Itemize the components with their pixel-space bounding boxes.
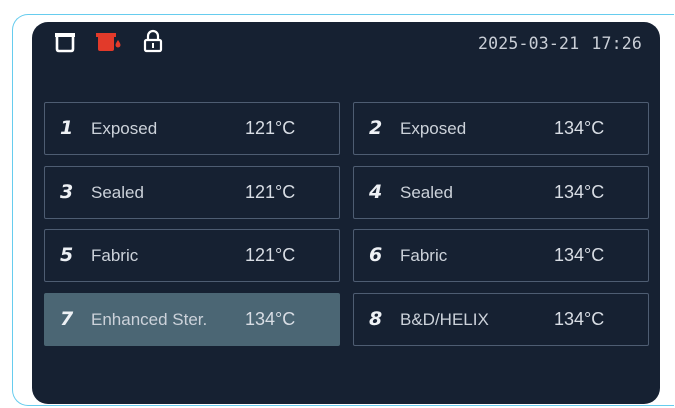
program-name: Fabric (91, 246, 139, 265)
program-button-5[interactable]: 5 Fabric 121°C (44, 229, 340, 282)
program-temperature: 134°C (554, 118, 605, 138)
program-number: 4 (369, 181, 383, 203)
program-name: Exposed (400, 119, 467, 138)
date-display: 2025-03-21 (477, 34, 580, 53)
program-temperature: 134°C (245, 309, 296, 329)
program-name: Sealed (91, 183, 144, 202)
program-temperature: 121°C (245, 118, 296, 138)
program-temperature: 134°C (554, 182, 605, 202)
program-name: Enhanced Ster. (91, 310, 208, 329)
program-number: 1 (60, 117, 74, 139)
program-number: 8 (369, 308, 383, 330)
program-number: 7 (60, 308, 74, 330)
program-number: 6 (369, 244, 383, 266)
status-bar: 2025-03-21 17:26 (32, 22, 660, 68)
program-button-2[interactable]: 2 Exposed 134°C (353, 102, 649, 155)
program-number: 3 (60, 181, 74, 203)
program-name: B&D/HELIX (400, 310, 489, 329)
program-temperature: 134°C (554, 309, 605, 329)
program-temperature: 121°C (245, 245, 296, 265)
program-number: 2 (369, 117, 383, 139)
sterilizer-screen: 2025-03-21 17:26 1 Exposed 121°C 2 Expose… (32, 22, 660, 404)
program-name: Sealed (400, 183, 453, 202)
program-name: Exposed (91, 119, 158, 138)
chamber-icon (54, 31, 76, 53)
program-name: Fabric (400, 246, 448, 265)
time-display: 17:26 (591, 34, 642, 53)
program-button-6[interactable]: 6 Fabric 134°C (353, 229, 649, 282)
program-temperature: 134°C (554, 245, 605, 265)
program-temperature: 121°C (245, 182, 296, 202)
program-button-8[interactable]: 8 B&D/HELIX 134°C (353, 293, 649, 346)
program-button-1[interactable]: 1 Exposed 121°C (44, 102, 340, 155)
program-number: 5 (60, 244, 74, 266)
date-time-display: 2025-03-21 17:26 (478, 34, 642, 53)
program-button-4[interactable]: 4 Sealed 134°C (353, 166, 649, 219)
program-button-7[interactable]: 7 Enhanced Ster. 134°C (44, 293, 340, 346)
door-lock-icon (142, 29, 164, 53)
water-tank-icon (95, 31, 121, 53)
program-button-3[interactable]: 3 Sealed 121°C (44, 166, 340, 219)
